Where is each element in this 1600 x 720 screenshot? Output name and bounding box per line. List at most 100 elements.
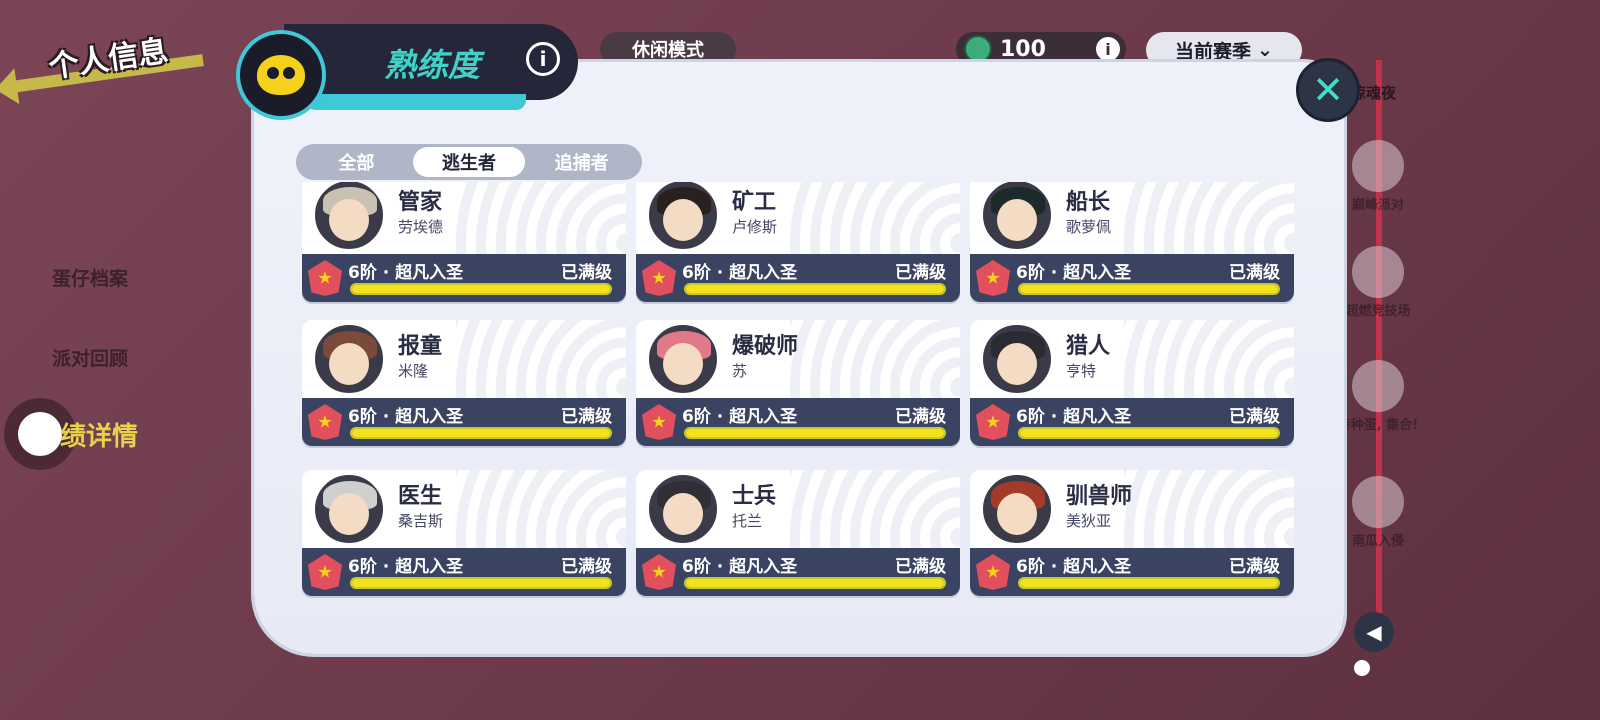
progress-bar (684, 577, 946, 589)
hero-avatar (980, 322, 1054, 396)
tab-bar: 全部 逃生者 追捕者 (296, 144, 642, 180)
proficiency-bar: 6阶 · 超凡入圣 已满级 (970, 398, 1294, 446)
mode-pill[interactable]: 休闲模式 (600, 32, 736, 66)
rank-label: 6阶 · 超凡入圣 (1016, 407, 1132, 427)
hero-avatar-face (663, 493, 703, 535)
progress-fill (352, 429, 610, 437)
rank-badge-icon (308, 260, 342, 296)
max-level-label: 已满级 (1229, 263, 1280, 283)
info-icon[interactable]: i (1096, 37, 1120, 61)
rank-badge-icon (976, 554, 1010, 590)
hero-avatar (646, 472, 720, 546)
rank-label: 6阶 · 超凡入圣 (1016, 263, 1132, 283)
max-level-label: 已满级 (1229, 557, 1280, 577)
hero-name: 矿工 (732, 190, 777, 215)
hero-subname: 歌萝佩 (1066, 218, 1112, 236)
hero-name: 报童 (398, 334, 443, 359)
hero-avatar-face (997, 493, 1037, 535)
progress-fill (1020, 579, 1278, 587)
rank-label: 6阶 · 超凡入圣 (348, 557, 464, 577)
progress-bar (350, 427, 612, 439)
close-icon: ✕ (1312, 68, 1344, 112)
proficiency-bar: 6阶 · 超凡入圣 已满级 (636, 548, 960, 596)
progress-fill (352, 579, 610, 587)
hero-avatar (646, 322, 720, 396)
rank-label: 6阶 · 超凡入圣 (682, 557, 798, 577)
hero-subname: 托兰 (732, 512, 763, 530)
progress-bar (684, 427, 946, 439)
menu-toggle[interactable] (18, 412, 62, 456)
rank-badge-icon (976, 404, 1010, 440)
progress-fill (352, 285, 610, 293)
card-decoration (456, 320, 626, 404)
rank-label: 6阶 · 超凡入圣 (348, 263, 464, 283)
rank-label: 6阶 · 超凡入圣 (348, 407, 464, 427)
card-decoration (790, 182, 960, 260)
decoration-dot (1354, 660, 1370, 676)
progress-fill (686, 429, 944, 437)
tab-survivor[interactable]: 逃生者 (412, 147, 526, 177)
card-decoration (1124, 320, 1294, 404)
panel-title: 熟练度 (384, 46, 481, 84)
proficiency-bar: 6阶 · 超凡入圣 已满级 (636, 398, 960, 446)
hero-avatar (980, 472, 1054, 546)
hero-card[interactable]: 士兵托兰 6阶 · 超凡入圣 已满级 (636, 470, 960, 596)
card-decoration (1124, 470, 1294, 554)
hero-avatar (312, 322, 386, 396)
max-level-label: 已满级 (561, 557, 612, 577)
currency-display: 100 i (956, 32, 1126, 66)
hero-card[interactable]: 爆破师苏 6阶 · 超凡入圣 已满级 (636, 320, 960, 446)
hero-name: 管家 (398, 190, 443, 215)
close-button[interactable]: ✕ (1296, 58, 1360, 122)
chevron-left-icon: ◀ (1366, 620, 1382, 644)
proficiency-bar: 6阶 · 超凡入圣 已满级 (970, 254, 1294, 302)
page-title: 个人信息 (46, 33, 171, 86)
season-label: 当前赛季 (1175, 40, 1252, 63)
hero-avatar (312, 472, 386, 546)
rank-badge-icon (976, 260, 1010, 296)
progress-bar (1018, 283, 1280, 295)
hero-card[interactable]: 矿工 卢修斯 6阶 · 超凡入圣 已满级 (636, 182, 960, 302)
hero-name: 爆破师 (732, 334, 799, 359)
progress-bar (1018, 427, 1280, 439)
hero-avatar (312, 182, 386, 252)
collapse-button[interactable]: ◀ (1354, 612, 1394, 652)
menu-item-profile[interactable]: 蛋仔档案 (52, 264, 128, 291)
hero-name: 猎人 (1066, 334, 1111, 359)
hero-card[interactable]: 驯兽师 美狄亚 6阶 · 超凡入圣 已满级 (970, 470, 1294, 596)
info-icon[interactable]: i (526, 42, 560, 76)
menu-item-details[interactable]: 绩详情 (60, 416, 138, 453)
hero-avatar (646, 182, 720, 252)
event-icon (1352, 476, 1404, 528)
proficiency-bar: 6阶 · 超凡入圣 已满级 (302, 254, 626, 302)
max-level-label: 已满级 (895, 407, 946, 427)
progress-bar (350, 283, 612, 295)
rank-badge-icon (308, 554, 342, 590)
rank-badge-icon (308, 404, 342, 440)
panel-header-accent (306, 94, 526, 110)
hero-name: 士兵 (732, 484, 777, 509)
hero-card[interactable]: 医生 桑吉斯 6阶 · 超凡入圣 已满级 (302, 470, 626, 596)
hero-card[interactable]: 猎人 亨特 6阶 · 超凡入圣 已满级 (970, 320, 1294, 446)
tab-hunter[interactable]: 追捕者 (525, 147, 638, 177)
max-level-label: 已满级 (561, 407, 612, 427)
tab-all[interactable]: 全部 (300, 147, 413, 177)
hero-avatar (980, 182, 1054, 252)
back-button[interactable]: 个人信息 (0, 20, 230, 100)
progress-bar (350, 577, 612, 589)
proficiency-bar: 6阶 · 超凡入圣 已满级 (970, 548, 1294, 596)
hero-card[interactable]: 船长 歌萝佩 6阶 · 超凡入圣 已满级 (970, 182, 1294, 302)
hero-subname: 桑吉斯 (398, 512, 444, 530)
hero-card[interactable]: 管家 劳埃德 6阶 · 超凡入圣 已满级 (302, 182, 626, 302)
rank-badge-icon (642, 554, 676, 590)
event-icon (1352, 140, 1404, 192)
hero-subname: 米隆 (398, 362, 429, 380)
hero-card[interactable]: 报童米隆 6阶 · 超凡入圣 已满级 (302, 320, 626, 446)
hero-subname: 苏 (732, 362, 748, 380)
hero-avatar-face (663, 343, 703, 385)
card-decoration (790, 320, 960, 404)
menu-item-review[interactable]: 派对回顾 (52, 344, 128, 371)
panel-header: 熟练度 i (236, 24, 582, 120)
max-level-label: 已满级 (895, 557, 946, 577)
progress-fill (686, 579, 944, 587)
